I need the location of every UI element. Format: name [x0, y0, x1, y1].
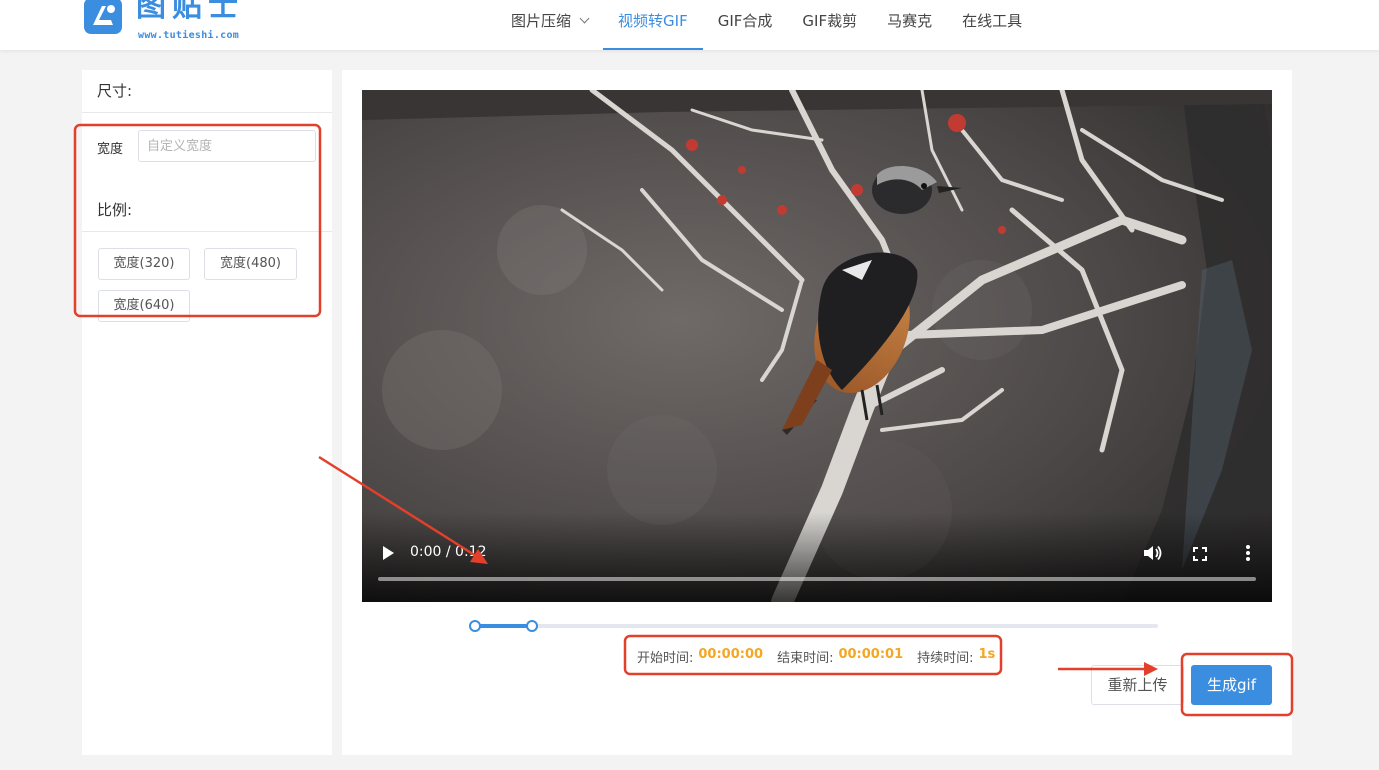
video-progress-bar[interactable]: [378, 577, 1256, 581]
nav-image-compress-label: 图片压缩: [511, 12, 572, 30]
start-time-value: 00:00:00: [698, 647, 764, 662]
ratio-320-button[interactable]: 宽度(320): [98, 248, 190, 280]
main-panel: 0:00 / 0:12 开始时间: 00:00:00 结束时间: 00:00:0…: [342, 70, 1292, 755]
end-time-value: 00:00:01: [838, 647, 904, 662]
logo-name: 图贴士: [136, 0, 244, 24]
nav-gif-crop[interactable]: GIF裁剪: [787, 0, 872, 50]
nav-mosaic[interactable]: 马赛克: [872, 0, 947, 50]
range-start-handle[interactable]: [469, 620, 481, 632]
nav-gif-compose[interactable]: GIF合成: [703, 0, 788, 50]
fullscreen-icon[interactable]: [1193, 547, 1207, 561]
clip-range-fill: [475, 624, 532, 628]
volume-icon[interactable]: [1144, 545, 1162, 561]
video-player[interactable]: 0:00 / 0:12: [362, 90, 1272, 602]
range-end-handle[interactable]: [525, 620, 538, 632]
ratio-480-button[interactable]: 宽度(480): [204, 248, 297, 280]
duration-value: 1s: [978, 647, 996, 662]
nav-image-compress[interactable]: 图片压缩: [496, 0, 603, 50]
end-time-label: 结束时间:: [777, 651, 834, 666]
main-nav: 图片压缩 视频转GIF GIF合成 GIF裁剪 马赛克 在线工具: [496, 0, 1037, 50]
nav-video-to-gif[interactable]: 视频转GIF: [603, 0, 703, 50]
video-time-display: 0:00 / 0:12: [410, 544, 487, 560]
divider: [82, 112, 332, 113]
ratio-640-button[interactable]: 宽度(640): [98, 290, 190, 322]
start-time-label: 开始时间:: [637, 651, 694, 666]
width-label: 宽度: [97, 142, 124, 157]
generate-gif-button[interactable]: 生成gif: [1191, 665, 1272, 705]
chevron-down-icon: [579, 13, 590, 24]
logo-url: www.tutieshi.com: [138, 30, 240, 41]
width-input[interactable]: [138, 130, 316, 162]
nav-online-tools[interactable]: 在线工具: [947, 0, 1037, 50]
divider: [82, 231, 332, 232]
settings-panel: 尺寸: 宽度 比例: 宽度(320) 宽度(480) 宽度(640): [82, 70, 332, 755]
more-vert-icon[interactable]: [1245, 545, 1251, 561]
clip-range-slider[interactable]: [475, 624, 1158, 628]
duration-label: 持续时间:: [917, 651, 974, 666]
play-icon[interactable]: [382, 546, 394, 560]
reupload-button[interactable]: 重新上传: [1091, 665, 1184, 705]
size-section-title: 尺寸:: [97, 82, 133, 100]
ratio-section-title: 比例:: [97, 201, 133, 219]
logo-icon: [84, 0, 122, 34]
clip-time-info: 开始时间: 00:00:00 结束时间: 00:00:01 持续时间: 1s: [637, 647, 1009, 666]
top-header: 图贴士 www.tutieshi.com 图片压缩 视频转GIF GIF合成 G…: [0, 0, 1379, 50]
logo[interactable]: 图贴士 www.tutieshi.com: [84, 0, 274, 44]
video-controls-bar: [362, 512, 1272, 602]
